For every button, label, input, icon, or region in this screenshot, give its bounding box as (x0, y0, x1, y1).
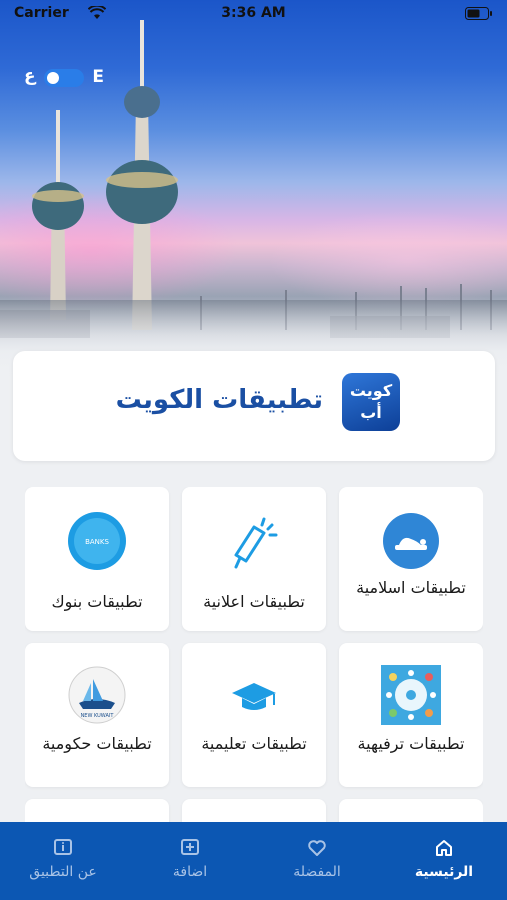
tab-label: المفضلة (293, 864, 341, 880)
language-switch[interactable] (44, 69, 84, 87)
clock-label: 3:36 AM (221, 5, 286, 21)
tab-label: الرئيسية (414, 864, 474, 880)
new-kuwait-icon: NEW KUWAIT (68, 666, 126, 724)
graduation-cap-icon (232, 683, 276, 710)
tab-about[interactable]: عن التطبيق (0, 822, 126, 900)
kuwait-towers-image (0, 20, 492, 338)
arabic-label: ع (24, 66, 36, 86)
battery-icon (465, 7, 492, 20)
category-banks[interactable]: BANKS تطبيقات بنوك (25, 487, 169, 631)
tab-label: عن التطبيق (29, 864, 97, 880)
info-icon (54, 839, 72, 855)
category-ads[interactable]: تطبيقات اعلانية (182, 487, 326, 631)
home-icon (436, 840, 452, 856)
logo-line1: كويت (349, 381, 393, 400)
megaphone-icon (234, 517, 278, 569)
status-bar: Carrier 3:36 AM (0, 0, 507, 28)
prayer-icon (383, 513, 439, 569)
category-label: تطبيقات تعليمية (201, 734, 307, 753)
tab-add[interactable]: اضافة (127, 822, 253, 900)
english-label: E (92, 67, 104, 87)
language-toggle[interactable]: ع E (24, 66, 104, 90)
category-education[interactable]: تطبيقات تعليمية (182, 643, 326, 787)
category-label: تطبيقات بنوك (51, 592, 143, 611)
new-kuwait-icon-text: NEW KUWAIT (81, 713, 115, 719)
banks-icon-text: BANKS (85, 538, 109, 546)
app-logo: كويت أب (342, 373, 400, 431)
tab-favorites[interactable]: المفضلة (254, 822, 380, 900)
logo-line2: أب (360, 403, 382, 422)
tab-home[interactable]: الرئيسية (381, 822, 507, 900)
app-title: تطبيقات الكويت (115, 385, 323, 415)
banks-icon: BANKS (68, 512, 126, 570)
category-tile[interactable] (25, 799, 169, 822)
tab-label: اضافة (172, 864, 208, 880)
hero-banner (0, 0, 507, 380)
category-label: تطبيقات اعلانية (203, 592, 305, 611)
add-icon (181, 839, 199, 855)
heart-icon (308, 840, 326, 856)
category-label: تطبيقات اسلامية (356, 578, 466, 597)
category-label: تطبيقات حكومية (42, 734, 152, 753)
category-tile[interactable] (339, 799, 483, 822)
category-government[interactable]: NEW KUWAIT تطبيقات حكومية (25, 643, 169, 787)
category-grid: BANKS تطبيقات بنوك تطبيقات اعلانية تطبيق… (25, 487, 483, 822)
category-tile[interactable] (182, 799, 326, 822)
header-card: تطبيقات الكويت كويت أب (13, 351, 495, 461)
tab-bar: عن التطبيق اضافة المفضلة الرئيسية (0, 822, 507, 900)
category-label: تطبيقات ترفيهية (357, 734, 465, 753)
category-entertainment[interactable]: تطبيقات ترفيهية (339, 643, 483, 787)
switch-knob (47, 72, 59, 84)
entertainment-icon (381, 665, 441, 725)
category-islamic[interactable]: تطبيقات اسلامية (339, 487, 483, 631)
